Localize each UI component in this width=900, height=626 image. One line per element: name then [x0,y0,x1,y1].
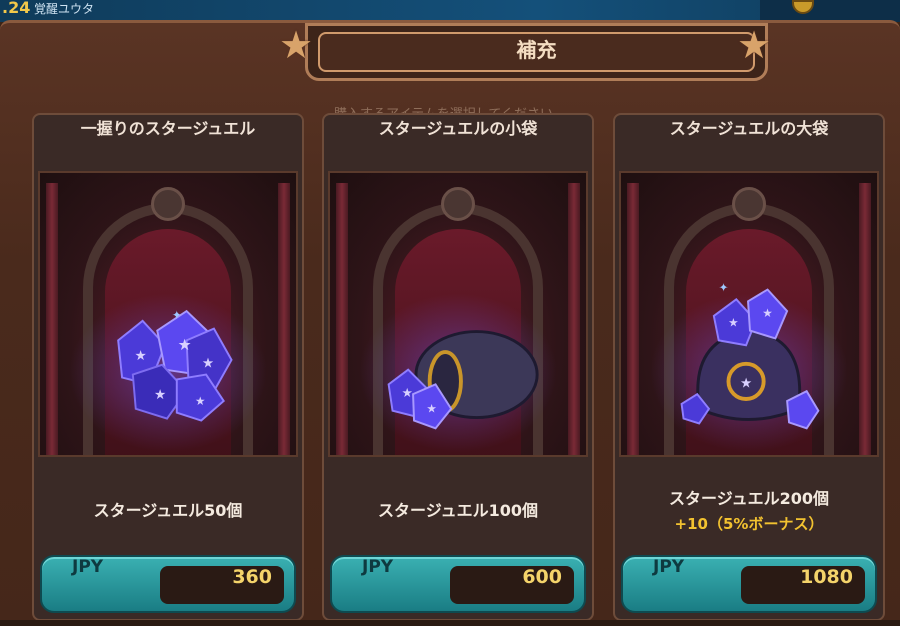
svg-text:✦: ✦ [719,281,729,295]
product-art: ★ ★ ★ ✦ [619,171,879,457]
small-gem-bag-icon: ★ ★ [387,330,539,430]
product-quantity: スタージュエル100個 [378,501,538,520]
product-description: スタージュエル50個 [34,467,302,551]
gem-cluster-icon: ★ ★ ★ ★ ★ ✦ [117,308,233,422]
svg-text:★: ★ [740,375,752,391]
product-name: 一握りのスタージュエル [80,119,256,138]
product-name: スタージュエルの大袋 [669,119,829,138]
product-card-large-bag[interactable]: スタージュエルの大袋 ★ ★ ★ ✦ スタージュエル200個 +10（5%ボーナ… [613,113,885,621]
product-description: スタージュエル100個 [324,467,592,551]
title-plaque: 補充 [305,23,768,81]
svg-text:★: ★ [402,385,413,400]
product-description: スタージュエル200個 +10（5%ボーナス） [615,467,883,551]
dialog-title: 補充 [516,38,557,62]
star-ornament-icon: ★ [278,23,314,67]
star-ornament-icon: ★ [736,23,772,67]
player-level: .24 [2,0,31,17]
svg-text:★: ★ [154,387,166,403]
product-name: スタージュエルの小袋 [378,119,538,138]
product-quantity: スタージュエル50個 [93,501,243,520]
svg-text:★: ★ [728,316,739,330]
currency-area [760,0,900,22]
svg-text:★: ★ [135,348,147,364]
svg-text:★: ★ [195,394,206,408]
product-art: ★ ★ [328,171,588,457]
bonus-text: +10（5%ボーナス） [674,514,824,533]
currency-label: JPY [362,557,394,577]
price-value: 360 [160,566,284,604]
product-card-handful[interactable]: 一握りのスタージュエル ★ ★ ★ ★ ★ ✦ スタージュエル50個 JPY 3… [32,113,304,621]
price-value: 1080 [741,566,865,604]
product-art: ★ ★ ★ ★ ★ ✦ [38,171,298,457]
svg-text:★: ★ [202,356,214,372]
buy-button-handful[interactable]: JPY 360 [40,555,296,613]
bottom-edge [0,620,900,626]
price-value: 600 [450,566,574,604]
svg-text:✦: ✦ [172,308,182,322]
svg-text:★: ★ [178,335,192,354]
buy-button-large-bag[interactable]: JPY 1080 [621,555,877,613]
product-quantity: スタージュエル200個 [669,488,829,508]
currency-label: JPY [72,557,104,577]
player-name: 覚醒ユウタ [34,2,95,16]
large-gem-bag-icon: ★ ★ ★ ✦ [680,281,820,430]
svg-text:★: ★ [426,402,437,416]
coin-icon [792,0,814,14]
buy-button-small-bag[interactable]: JPY 600 [330,555,586,613]
currency-label: JPY [653,557,685,577]
product-card-small-bag[interactable]: スタージュエルの小袋 ★ ★ スタージュエル100個 JPY 600 [322,113,594,621]
top-status-bar: .24 覚醒ユウタ [0,0,900,22]
svg-text:★: ★ [762,306,773,320]
